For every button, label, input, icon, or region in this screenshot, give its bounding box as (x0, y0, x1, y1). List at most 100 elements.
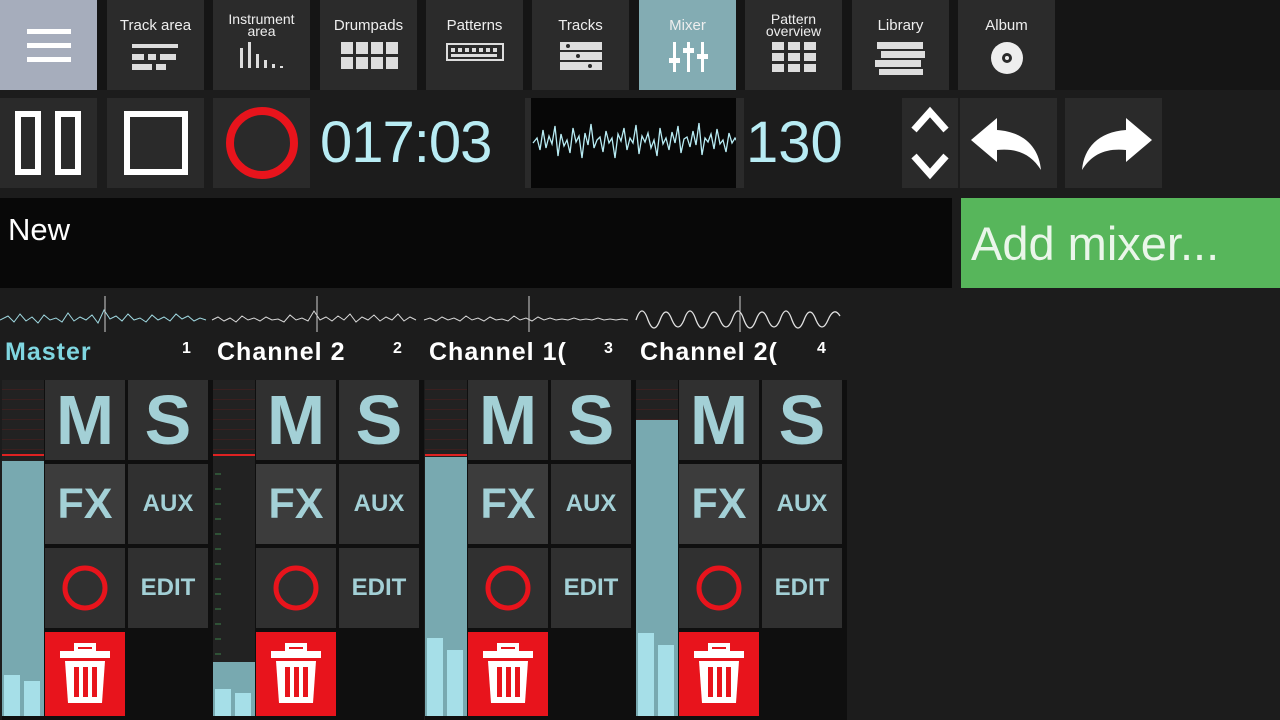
channel-number: 4 (817, 340, 826, 357)
album-icon (990, 42, 1023, 74)
meter-clip-line (213, 454, 255, 456)
tab-patterns[interactable]: Patterns (426, 0, 523, 90)
fx-label: FX (57, 479, 113, 528)
undo-icon (970, 118, 1041, 170)
hamburger-menu-button[interactable] (0, 0, 97, 90)
fx-label: FX (268, 479, 324, 528)
meter-level-left (4, 675, 20, 716)
volume-fader[interactable] (2, 380, 44, 716)
mute-label: M (55, 381, 115, 459)
channel-record-button[interactable] (45, 548, 125, 628)
channel-number: 3 (604, 340, 613, 357)
edit-button[interactable]: EDIT (128, 548, 208, 628)
bpm-divider (736, 98, 744, 188)
add-mixer-button[interactable]: Add mixer... (961, 198, 1280, 288)
fx-button[interactable]: FX (256, 464, 336, 544)
drumpads-icon (340, 42, 398, 69)
top-navigation: Track area Instrument area Drumpads Patt… (0, 0, 1280, 90)
delete-channel-button[interactable] (256, 632, 336, 716)
solo-button[interactable]: S (128, 380, 208, 460)
pause-button[interactable] (0, 98, 97, 188)
mixer-icon (668, 42, 708, 72)
fx-button[interactable]: FX (45, 464, 125, 544)
meter-clip-zone (425, 380, 467, 456)
redo-icon (1081, 118, 1152, 170)
channel-name-master[interactable]: Master (5, 338, 175, 372)
tempo-stepper[interactable] (902, 98, 958, 188)
mixer-screen: Track area Instrument area Drumpads Patt… (0, 0, 1280, 720)
aux-button[interactable]: AUX (762, 464, 842, 544)
mute-button[interactable]: M (679, 380, 759, 460)
mute-button[interactable]: M (256, 380, 336, 460)
menu-icon-bar (26, 28, 71, 34)
delete-channel-button[interactable] (679, 632, 759, 716)
aux-label: AUX (142, 490, 194, 517)
tempo-display[interactable]: 130 (746, 98, 896, 188)
record-button[interactable] (213, 98, 310, 188)
solo-label: S (567, 381, 615, 459)
instrument-area-icon (239, 42, 283, 68)
mute-label: M (689, 381, 749, 459)
meter-level-right (235, 693, 251, 716)
aux-button[interactable]: AUX (128, 464, 208, 544)
aux-button[interactable]: AUX (551, 464, 631, 544)
project-name: New (8, 212, 71, 247)
tab-pattern-overview[interactable]: Pattern overview (745, 0, 842, 90)
transport-bar: 017:03 130 (0, 98, 1280, 190)
volume-fader[interactable] (425, 380, 467, 716)
channel-record-button[interactable] (256, 548, 336, 628)
redo-button[interactable] (1065, 98, 1162, 188)
mute-label: M (266, 381, 326, 459)
fx-button[interactable]: FX (468, 464, 548, 544)
trash-icon (60, 643, 110, 703)
pattern-overview-icon (771, 42, 816, 72)
waveform-icon (532, 122, 739, 159)
trash-icon (483, 643, 533, 703)
mute-button[interactable]: M (468, 380, 548, 460)
aux-button[interactable]: AUX (339, 464, 419, 544)
edit-button[interactable]: EDIT (551, 548, 631, 628)
tab-tracks[interactable]: Tracks (532, 0, 629, 90)
fx-label: FX (480, 479, 536, 528)
channel-name[interactable]: Channel 1( (429, 338, 595, 372)
pause-icon (14, 111, 81, 175)
volume-fader[interactable] (636, 380, 678, 716)
tab-instrument-area[interactable]: Instrument area (213, 0, 310, 90)
channel-record-button[interactable] (679, 548, 759, 628)
stop-button[interactable] (107, 98, 204, 188)
undo-button[interactable] (960, 98, 1057, 188)
tab-track-area[interactable]: Track area (107, 0, 204, 90)
track-area-icon (131, 44, 178, 70)
volume-fader[interactable] (213, 380, 255, 716)
record-icon (62, 565, 108, 611)
fx-button[interactable]: FX (679, 464, 759, 544)
channel-strip: M S FX AUX EDIT (213, 380, 424, 720)
edit-button[interactable]: EDIT (339, 548, 419, 628)
tab-library[interactable]: Library (852, 0, 949, 90)
record-icon (485, 565, 531, 611)
delete-channel-button[interactable] (468, 632, 548, 716)
tab-album[interactable]: Album (958, 0, 1055, 90)
tab-drumpads[interactable]: Drumpads (320, 0, 417, 90)
project-name-field[interactable]: New (0, 198, 952, 288)
solo-button[interactable]: S (762, 380, 842, 460)
channel-waveform-overview (0, 296, 841, 332)
channel-name[interactable]: Channel 2 (217, 338, 387, 372)
meter-clip-zone (2, 380, 44, 456)
channel-name[interactable]: Channel 2( (640, 338, 810, 372)
delete-channel-button[interactable] (45, 632, 125, 716)
edit-label: EDIT (140, 574, 196, 601)
solo-button[interactable]: S (551, 380, 631, 460)
mute-button[interactable]: M (45, 380, 125, 460)
tab-mixer[interactable]: Mixer (639, 0, 736, 90)
edit-button[interactable]: EDIT (762, 548, 842, 628)
meter-level-right (658, 645, 674, 716)
meter-level-right (24, 681, 40, 716)
solo-button[interactable]: S (339, 380, 419, 460)
channel-record-button[interactable] (468, 548, 548, 628)
aux-label: AUX (565, 490, 617, 517)
meter-clip-line (2, 454, 44, 456)
song-position-display[interactable]: 017:03 (320, 98, 520, 188)
menu-icon-bar (26, 56, 71, 62)
edit-label: EDIT (351, 574, 407, 601)
